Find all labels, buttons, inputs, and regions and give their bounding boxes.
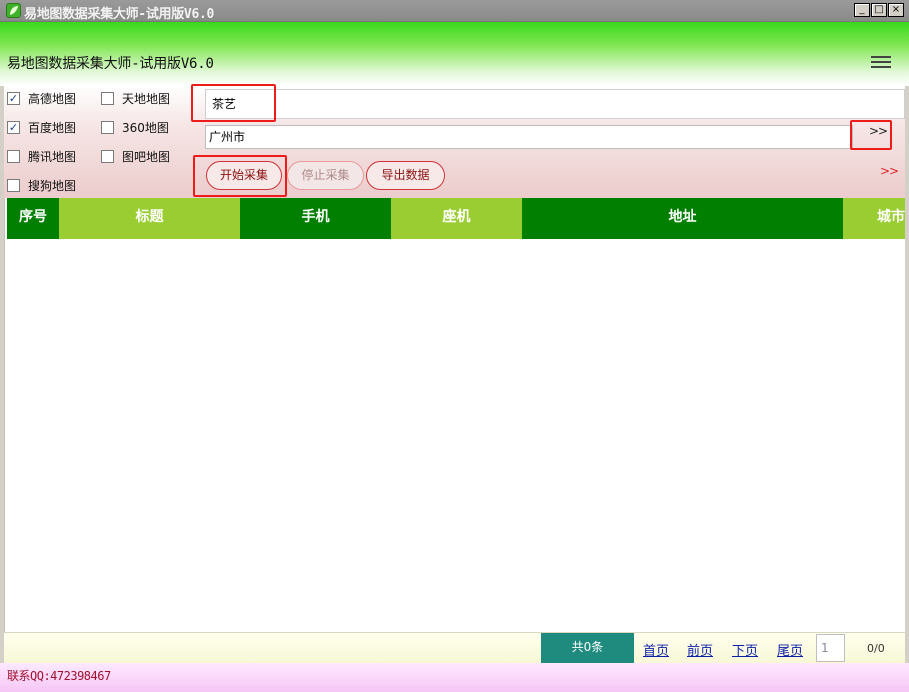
contact-qq: 联系QQ:472398467 [7, 669, 111, 683]
column-header-city[interactable]: 城市 [843, 198, 905, 239]
source-checkbox-tianditu[interactable]: 天地地图 [101, 90, 170, 107]
source-checkbox-tuba[interactable]: 图吧地图 [101, 148, 170, 165]
checkbox-box[interactable]: ✓ [7, 121, 20, 134]
checkbox-box[interactable] [101, 121, 114, 134]
checkbox-box[interactable]: ✓ [7, 92, 20, 105]
prev-page-link[interactable]: 前页 [687, 640, 713, 659]
source-checkbox-360[interactable]: 360地图 [101, 119, 169, 136]
column-header-title[interactable]: 标题 [59, 198, 240, 239]
first-page-link[interactable]: 首页 [643, 640, 669, 659]
city-expand-button[interactable]: >> [869, 124, 888, 138]
maximize-button[interactable]: □ [871, 3, 887, 17]
window-title: 易地图数据采集大师-试用版V6.0 [24, 7, 215, 22]
column-header-index[interactable]: 序号 [7, 198, 59, 239]
results-table[interactable]: 序号 标题 手机 座机 地址 城市 [4, 198, 905, 632]
checkbox-box[interactable] [7, 150, 20, 163]
source-checkbox-gaode[interactable]: ✓ 高德地图 [7, 90, 76, 107]
app-title: 易地图数据采集大师-试用版V6.0 [7, 56, 214, 72]
status-bar: 联系QQ:472398467 [0, 663, 909, 692]
app-header: 易地图数据采集大师-试用版V6.0 [0, 22, 909, 86]
checkbox-box[interactable] [101, 92, 114, 105]
column-header-landline[interactable]: 座机 [391, 198, 522, 239]
pagination-bar: 共0条 首页 前页 下页 尾页 1 0/0 [4, 632, 905, 664]
column-header-mobile[interactable]: 手机 [240, 198, 391, 239]
source-label: 腾讯地图 [28, 150, 77, 164]
export-data-button[interactable]: 导出数据 [366, 161, 445, 190]
source-label: 百度地图 [28, 121, 77, 135]
source-label: 图吧地图 [122, 150, 171, 164]
city-input[interactable]: 广州市 [205, 125, 853, 149]
checkbox-box[interactable] [101, 150, 114, 163]
source-checkbox-baidu[interactable]: ✓ 百度地图 [7, 119, 76, 136]
table-header: 序号 标题 手机 座机 地址 城市 [7, 198, 905, 239]
control-panel: ✓ 高德地图 天地地图 ✓ 百度地图 360地图 腾讯地图 图吧地图 搜狗地图 … [4, 84, 905, 198]
window-titlebar[interactable]: 易地图数据采集大师-试用版V6.0 _ □ × [0, 0, 909, 22]
minimize-button[interactable]: _ [854, 3, 870, 17]
start-collect-button[interactable]: 开始采集 [206, 161, 282, 190]
close-button[interactable]: × [888, 3, 904, 17]
stop-collect-button[interactable]: 停止采集 [287, 161, 364, 190]
hamburger-menu-icon[interactable] [871, 56, 891, 70]
record-total: 共0条 [541, 633, 634, 664]
source-label: 天地地图 [122, 92, 171, 106]
source-label: 高德地图 [28, 92, 77, 106]
source-label: 搜狗地图 [28, 179, 77, 193]
last-page-link[interactable]: 尾页 [777, 640, 803, 659]
app-logo-icon [6, 3, 21, 18]
page-count: 0/0 [867, 642, 885, 655]
source-label: 360地图 [122, 121, 169, 135]
keyword-input[interactable]: 茶艺 [205, 89, 905, 119]
column-header-address[interactable]: 地址 [522, 198, 843, 239]
checkbox-box[interactable] [7, 179, 20, 192]
next-page-link[interactable]: 下页 [732, 640, 758, 659]
source-checkbox-sogou[interactable]: 搜狗地图 [7, 177, 76, 194]
source-checkbox-tencent[interactable]: 腾讯地图 [7, 148, 76, 165]
panel-collapse-button[interactable]: >> [880, 164, 899, 178]
page-number-input[interactable]: 1 [816, 634, 845, 662]
